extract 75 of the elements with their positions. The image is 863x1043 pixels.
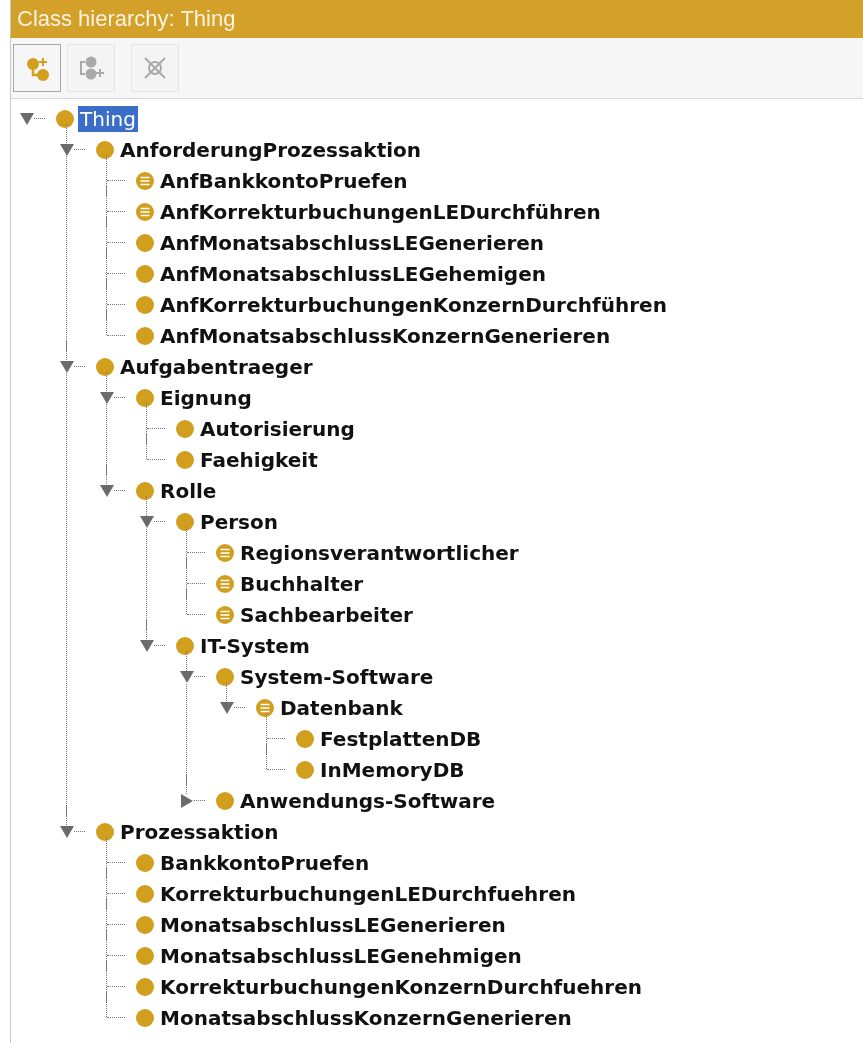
tree-node-label[interactable]: IT-System [198, 632, 312, 659]
class-circle-icon [135, 883, 155, 904]
class-lines-icon [215, 573, 235, 594]
class-circle-icon [175, 511, 195, 532]
tree-node-label[interactable]: Anwendungs-Software [238, 787, 498, 814]
tree-node-label[interactable]: Faehigkeit [198, 446, 320, 473]
collapse-toggle-icon[interactable] [60, 143, 74, 156]
class-lines-icon [215, 604, 235, 625]
tree-node-label[interactable]: Prozessaktion [118, 818, 281, 845]
class-circle-icon [175, 418, 195, 439]
class-circle-icon [215, 790, 235, 811]
collapse-toggle-icon[interactable] [20, 112, 34, 125]
tree-node-label[interactable]: Person [198, 508, 280, 535]
class-circle-icon [135, 232, 155, 253]
tree-node-label[interactable]: BankkontoPruefen [158, 849, 372, 876]
collapse-toggle-icon[interactable] [140, 639, 154, 652]
class-circle-icon [215, 666, 235, 687]
class-lines-icon [135, 170, 155, 191]
class-circle-icon [295, 759, 315, 780]
tree-node-label[interactable]: Datenbank [278, 694, 405, 721]
class-circle-icon [95, 139, 115, 160]
tree-node-label[interactable]: Thing [78, 105, 138, 132]
tree-node-label[interactable]: Buchhalter [238, 570, 366, 597]
tree-node-label[interactable]: Rolle [158, 477, 219, 504]
class-circle-icon [135, 1007, 155, 1028]
tree-node-label[interactable]: Aufgabentraeger [118, 353, 315, 380]
tree-node-label[interactable]: Eignung [158, 384, 254, 411]
class-circle-icon [95, 821, 115, 842]
add-subclass-icon [24, 55, 50, 81]
class-circle-icon [135, 263, 155, 284]
tree-node-label[interactable]: InMemoryDB [318, 756, 467, 783]
class-circle-icon [135, 852, 155, 873]
collapse-toggle-icon[interactable] [60, 825, 74, 838]
class-circle-icon [135, 294, 155, 315]
collapse-toggle-icon[interactable] [140, 515, 154, 528]
class-circle-icon [175, 635, 195, 656]
collapse-toggle-icon[interactable] [100, 391, 114, 404]
class-lines-icon [255, 697, 275, 718]
tree-node-label[interactable]: Sachbearbeiter [238, 601, 415, 628]
class-circle-icon [135, 387, 155, 408]
panel-title: Class hierarchy: Thing [17, 6, 236, 32]
tree-node-label[interactable]: KorrekturbuchungenKonzernDurchfuehren [158, 973, 645, 1000]
tree-node-label[interactable]: AnfKorrekturbuchungenLEDurchführen [158, 198, 603, 225]
class-circle-icon [295, 728, 315, 749]
tree-node-label[interactable]: AnfKorrekturbuchungenKonzernDurchführen [158, 291, 669, 318]
collapse-toggle-icon[interactable] [100, 484, 114, 497]
tree-node-label[interactable]: AnfMonatsabschlussLEGehemigen [158, 260, 548, 287]
tree-node-label[interactable]: MonatsabschlussKonzernGenerieren [158, 1004, 574, 1031]
tree-node-label[interactable]: FestplattenDB [318, 725, 484, 752]
tree-node-label[interactable]: Regionsverantwortlicher [238, 539, 521, 566]
tree-node-label[interactable]: MonatsabschlussLEGenerieren [158, 911, 508, 938]
class-circle-icon [135, 480, 155, 501]
class-circle-icon [135, 914, 155, 935]
class-circle-icon [135, 325, 155, 346]
class-circle-icon [175, 449, 195, 470]
tree-node-label[interactable]: AnforderungProzessaktion [118, 136, 424, 163]
collapse-toggle-icon[interactable] [220, 701, 234, 714]
class-circle-icon [135, 976, 155, 997]
class-circle-icon [95, 356, 115, 377]
class-circle-icon [55, 108, 75, 129]
class-lines-icon [215, 542, 235, 563]
add-sibling-icon [78, 55, 104, 81]
class-circle-icon [135, 945, 155, 966]
tree-node-label[interactable]: System-Software [238, 663, 436, 690]
expand-toggle-icon[interactable] [181, 793, 193, 808]
delete-icon [142, 55, 168, 81]
collapse-toggle-icon[interactable] [180, 670, 194, 683]
tree-node-label[interactable]: AnfMonatsabschlussKonzernGenerieren [158, 322, 613, 349]
tree-node-label[interactable]: AnfMonatsabschlussLEGenerieren [158, 229, 547, 256]
tree-node-label[interactable]: AnfBankkontoPruefen [158, 167, 410, 194]
class-lines-icon [135, 201, 155, 222]
tree-node-label[interactable]: KorrekturbuchungenLEDurchfuehren [158, 880, 578, 907]
collapse-toggle-icon[interactable] [60, 360, 74, 373]
tree-node-label[interactable]: Autorisierung [198, 415, 357, 442]
tree-node-label[interactable]: MonatsabschlussLEGenehmigen [158, 942, 524, 969]
